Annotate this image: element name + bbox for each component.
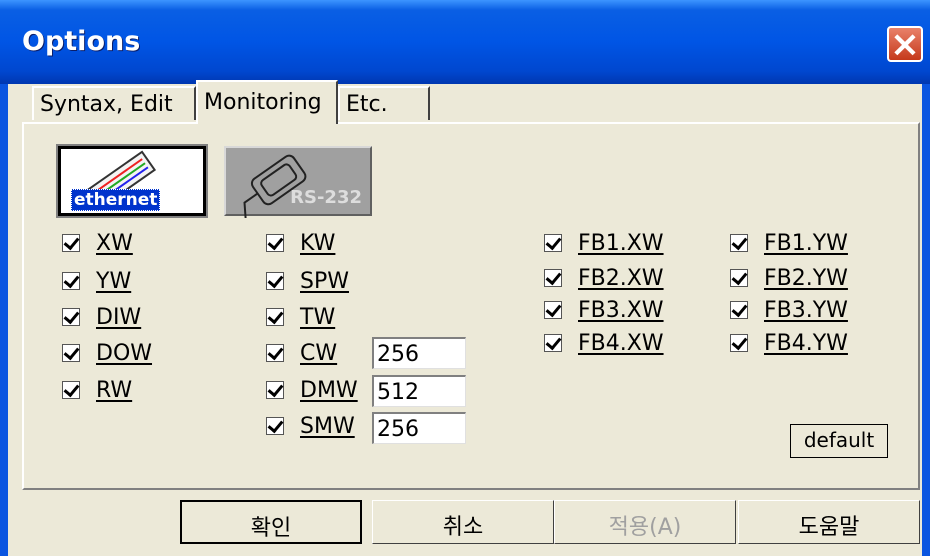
checkbox-checked-icon xyxy=(730,269,748,287)
help-button[interactable]: 도움말 xyxy=(738,500,920,544)
checkbox-fb3-xw[interactable]: FB3.XW xyxy=(544,297,664,323)
checkbox-cw[interactable]: CW xyxy=(266,340,338,366)
checkbox-checked-icon xyxy=(266,308,284,326)
window-title: Options xyxy=(22,26,141,57)
close-icon: × xyxy=(889,24,921,65)
checkbox-fb4-xw[interactable]: FB4.XW xyxy=(544,330,664,356)
apply-button[interactable]: 적용(A) xyxy=(554,500,736,544)
checkbox-checked-icon xyxy=(62,381,80,399)
checkbox-checked-icon xyxy=(62,308,80,326)
checkbox-checked-icon xyxy=(544,334,562,352)
checkbox-checked-icon xyxy=(730,234,748,252)
ethernet-button[interactable]: ethernet xyxy=(56,144,208,218)
checkbox-label: SMW xyxy=(300,413,355,439)
window-frame-right xyxy=(922,84,930,556)
checkbox-fb4-yw[interactable]: FB4.YW xyxy=(730,330,848,356)
options-dialog: Options × Syntax, Edit Monitoring Etc. e… xyxy=(0,0,930,556)
ok-button[interactable]: 확인 xyxy=(180,500,362,544)
cw-size-field[interactable]: 256 xyxy=(372,337,466,369)
checkbox-label: DMW xyxy=(300,377,358,403)
checkbox-label: TW xyxy=(300,304,336,330)
checkbox-label: FB2.YW xyxy=(764,265,848,291)
checkbox-label: FB3.YW xyxy=(764,297,848,323)
window-frame-left xyxy=(0,84,8,556)
checkbox-fb1-xw[interactable]: FB1.XW xyxy=(544,230,664,256)
checkbox-fb1-yw[interactable]: FB1.YW xyxy=(730,230,848,256)
checkbox-fb2-yw[interactable]: FB2.YW xyxy=(730,265,848,291)
checkbox-dmw[interactable]: DMW xyxy=(266,377,358,403)
checkbox-label: FB2.XW xyxy=(578,265,664,291)
checkbox-checked-icon xyxy=(730,334,748,352)
tab-syntax-edit[interactable]: Syntax, Edit xyxy=(32,86,196,120)
checkbox-checked-icon xyxy=(544,234,562,252)
checkbox-yw[interactable]: YW xyxy=(62,268,132,294)
checkbox-label: FB4.YW xyxy=(764,330,848,356)
checkbox-checked-icon xyxy=(730,301,748,319)
checkbox-xw[interactable]: XW xyxy=(62,230,133,256)
default-button[interactable]: default xyxy=(790,424,888,458)
checkbox-checked-icon xyxy=(266,417,284,435)
checkbox-checked-icon xyxy=(544,269,562,287)
checkbox-rw[interactable]: RW xyxy=(62,377,133,403)
checkbox-label: FB3.XW xyxy=(578,297,664,323)
checkbox-label: YW xyxy=(96,268,132,294)
checkbox-label: XW xyxy=(96,230,133,256)
checkbox-checked-icon xyxy=(266,272,284,290)
checkbox-fb2-xw[interactable]: FB2.XW xyxy=(544,265,664,291)
checkbox-checked-icon xyxy=(266,234,284,252)
checkbox-label: KW xyxy=(300,230,336,256)
checkbox-dow[interactable]: DOW xyxy=(62,340,153,366)
checkbox-kw[interactable]: KW xyxy=(266,230,336,256)
rs232-label: RS-232 xyxy=(290,187,362,208)
checkbox-label: DIW xyxy=(96,304,142,330)
checkbox-smw[interactable]: SMW xyxy=(266,413,355,439)
cancel-button[interactable]: 취소 xyxy=(372,500,554,544)
checkbox-checked-icon xyxy=(62,272,80,290)
ethernet-label: ethernet xyxy=(71,189,161,211)
checkbox-tw[interactable]: TW xyxy=(266,304,336,330)
checkbox-diw[interactable]: DIW xyxy=(62,304,142,330)
checkbox-checked-icon xyxy=(62,344,80,362)
checkbox-label: FB1.YW xyxy=(764,230,848,256)
checkbox-label: CW xyxy=(300,340,338,366)
tab-monitoring[interactable]: Monitoring xyxy=(196,80,338,124)
checkbox-label: DOW xyxy=(96,340,153,366)
checkbox-checked-icon xyxy=(266,381,284,399)
checkbox-label: FB4.XW xyxy=(578,330,664,356)
checkbox-label: RW xyxy=(96,377,133,403)
smw-size-field[interactable]: 256 xyxy=(372,412,466,444)
checkbox-checked-icon xyxy=(62,234,80,252)
rs232-button[interactable]: RS-232 xyxy=(224,146,372,218)
dmw-size-field[interactable]: 512 xyxy=(372,375,466,407)
checkbox-checked-icon xyxy=(544,301,562,319)
tab-etc[interactable]: Etc. xyxy=(338,86,430,120)
title-bar: Options × xyxy=(0,0,930,84)
close-button[interactable]: × xyxy=(887,24,923,65)
checkbox-checked-icon xyxy=(266,344,284,362)
checkbox-spw[interactable]: SPW xyxy=(266,268,349,294)
checkbox-label: FB1.XW xyxy=(578,230,664,256)
checkbox-label: SPW xyxy=(300,268,349,294)
checkbox-fb3-yw[interactable]: FB3.YW xyxy=(730,297,848,323)
